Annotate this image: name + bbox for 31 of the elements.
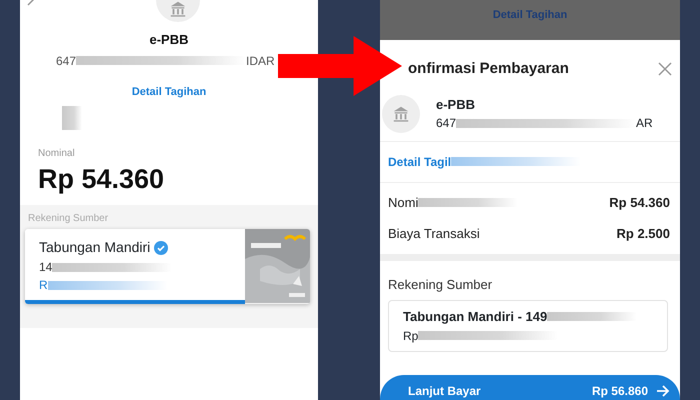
row-value: Rp 54.360 <box>609 194 670 212</box>
arrow-icon <box>656 385 670 397</box>
continue-button[interactable]: Lanjut Bayar Rp 56.860 <box>380 375 680 400</box>
nominal-amount: Rp 54.360 <box>38 163 166 196</box>
account-number: IDAR <box>246 52 275 70</box>
account-number: 647 <box>436 115 456 132</box>
row-label: Nomi <box>388 194 418 212</box>
nominal-label: Nominal <box>38 147 76 161</box>
row-value: Rp 2.500 <box>616 225 670 243</box>
sheet-title: onfirmasi Pembayaran <box>408 59 569 79</box>
blurred-text <box>62 106 82 130</box>
biller-name: e-PBB <box>148 31 190 49</box>
account-name: Tabungan Mandiri - 149 <box>403 308 548 326</box>
account-number: 14 <box>39 259 52 276</box>
biller-name: e-PBB <box>436 96 476 114</box>
row-label: Biaya Transaksi <box>388 225 480 243</box>
bank-icon <box>392 104 410 122</box>
account-box[interactable]: Tabungan Mandiri - 149 Rp <box>388 300 668 352</box>
account-number: AR <box>636 115 653 132</box>
account-card[interactable]: Tabungan Mandiri 14 R <box>25 229 245 304</box>
section-label: Rekening Sumber <box>388 276 494 294</box>
close-icon[interactable] <box>658 62 672 76</box>
balance-text: Rp <box>403 328 418 344</box>
detail-link[interactable]: Detail Tagil <box>388 152 452 170</box>
detail-link[interactable]: Detail Tagihan <box>20 84 318 100</box>
back-icon[interactable] <box>27 0 37 6</box>
account-number: 647 <box>56 52 76 70</box>
section-label: Rekening Sumber <box>28 212 110 226</box>
bank-icon <box>169 0 187 18</box>
account-name: Tabungan Mandiri <box>39 238 150 258</box>
balance-text: R <box>39 277 48 294</box>
